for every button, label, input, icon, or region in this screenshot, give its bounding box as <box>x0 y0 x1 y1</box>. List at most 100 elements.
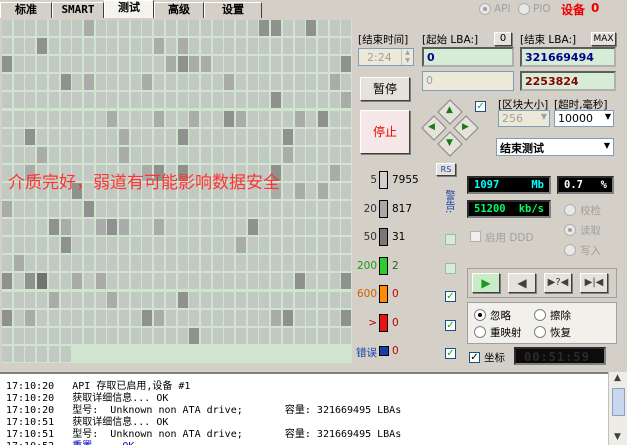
surface-block <box>119 56 129 72</box>
surface-block <box>271 147 281 163</box>
surface-block <box>178 129 188 145</box>
enable-ddd-checkbox[interactable]: ✓ <box>470 231 481 242</box>
highlight-200-checkbox[interactable]: ✓ <box>445 263 456 274</box>
surface-block <box>259 92 269 108</box>
scroll-up-icon[interactable]: ▲ <box>614 373 621 383</box>
surface-block <box>49 111 59 127</box>
surface-block <box>166 129 176 145</box>
seek-button[interactable]: ▶?◀ <box>544 273 572 293</box>
play-button[interactable]: ▶ <box>472 273 500 293</box>
stat-swatch <box>379 346 389 356</box>
start-lba-zero-button[interactable]: 0 <box>494 32 512 46</box>
start-lba-field-2[interactable]: 0 <box>422 71 514 91</box>
restore-radio[interactable] <box>534 326 546 338</box>
surface-block <box>119 38 129 54</box>
remap-radio[interactable] <box>474 326 486 338</box>
start-lba-field[interactable]: 0 <box>422 47 514 67</box>
coordinates-checkbox[interactable]: ✓ <box>469 352 480 363</box>
stat-count: 0 <box>392 345 399 357</box>
surface-block <box>25 74 35 90</box>
surface-block <box>142 92 152 108</box>
block-size-select[interactable]: 256 ▼ <box>498 110 550 127</box>
highlight-over-checkbox[interactable]: ✓ <box>445 320 456 331</box>
surface-block <box>154 273 164 289</box>
block-size-checkbox[interactable]: ✓ <box>475 101 486 112</box>
tab-test[interactable]: 测试 <box>104 0 154 18</box>
surface-block <box>248 237 258 253</box>
surface-block <box>318 165 328 181</box>
surface-block <box>166 56 176 72</box>
surface-block <box>107 273 117 289</box>
pause-button[interactable]: 暂停 <box>360 77 410 101</box>
surface-block <box>295 147 305 163</box>
surface-block <box>2 292 12 308</box>
surface-block <box>142 147 152 163</box>
tab-smart[interactable]: SMART <box>52 2 104 18</box>
end-time-spinner[interactable]: 2:24 ▲ ▼ <box>358 48 414 66</box>
write-radio[interactable] <box>564 244 576 256</box>
end-test-select[interactable]: 结束测试 ▼ <box>496 138 614 156</box>
stat-count: 2 <box>392 259 399 272</box>
surface-block <box>142 255 152 271</box>
api-label: API <box>494 3 511 15</box>
surface-block <box>248 201 258 217</box>
surface-block <box>283 111 293 127</box>
tab-settings[interactable]: 设置 <box>204 2 262 18</box>
tab-standard[interactable]: 标准 <box>0 2 52 18</box>
api-radio[interactable] <box>479 3 491 15</box>
surface-block <box>295 310 305 326</box>
surface-block <box>259 292 269 308</box>
end-lba-max-button[interactable]: MAX <box>591 32 616 46</box>
surface-block <box>330 219 340 235</box>
surface-block <box>2 20 12 36</box>
surface-block <box>295 183 305 199</box>
surface-block <box>341 20 351 36</box>
surface-block <box>178 328 188 344</box>
scroll-down-icon[interactable]: ▼ <box>614 432 621 442</box>
timeout-select[interactable]: 10000 ▼ <box>554 110 614 127</box>
highlight-600-checkbox[interactable]: ✓ <box>445 291 456 302</box>
surface-block <box>341 165 351 181</box>
spinner-arrows-icon[interactable]: ▲ ▼ <box>401 49 413 65</box>
read-radio[interactable] <box>564 224 576 236</box>
surface-block <box>37 38 47 54</box>
highlight-errors-checkbox[interactable]: ✓ <box>445 348 456 359</box>
rewind-button[interactable]: ◀ <box>508 273 536 293</box>
surface-block <box>96 219 106 235</box>
surface-block <box>224 38 234 54</box>
surface-block <box>107 74 117 90</box>
erase-radio[interactable] <box>534 309 546 321</box>
surface-block <box>84 201 94 217</box>
surface-block <box>154 328 164 344</box>
surface-block <box>142 328 152 344</box>
surface-block <box>72 310 82 326</box>
pio-radio[interactable] <box>518 3 530 15</box>
surface-block <box>49 328 59 344</box>
ignore-radio[interactable] <box>474 309 486 321</box>
surface-block <box>295 255 305 271</box>
surface-block <box>131 147 141 163</box>
surface-block <box>166 292 176 308</box>
surface-block <box>189 219 199 235</box>
stat-count: 31 <box>392 231 406 243</box>
surface-block <box>84 20 94 36</box>
surface-block <box>96 38 106 54</box>
surface-block <box>306 165 316 181</box>
surface-block <box>84 237 94 253</box>
stop-button[interactable]: 停止 <box>360 110 410 154</box>
surface-block <box>84 255 94 271</box>
tab-advanced[interactable]: 高级 <box>154 2 204 18</box>
verify-radio[interactable] <box>564 204 576 216</box>
scroll-thumb[interactable] <box>612 388 625 416</box>
surface-block <box>318 273 328 289</box>
skip-button[interactable]: ▶|◀ <box>580 273 608 293</box>
surface-block <box>166 92 176 108</box>
surface-block <box>236 219 246 235</box>
highlight-50-checkbox[interactable]: ✓ <box>445 234 456 245</box>
surface-block <box>37 237 47 253</box>
log-scrollbar[interactable]: ▲ ▼ <box>608 372 627 445</box>
stat-count: 0 <box>392 316 399 329</box>
surface-block <box>2 147 12 163</box>
surface-block <box>271 237 281 253</box>
end-lba-field[interactable]: 321669494 <box>520 47 616 67</box>
